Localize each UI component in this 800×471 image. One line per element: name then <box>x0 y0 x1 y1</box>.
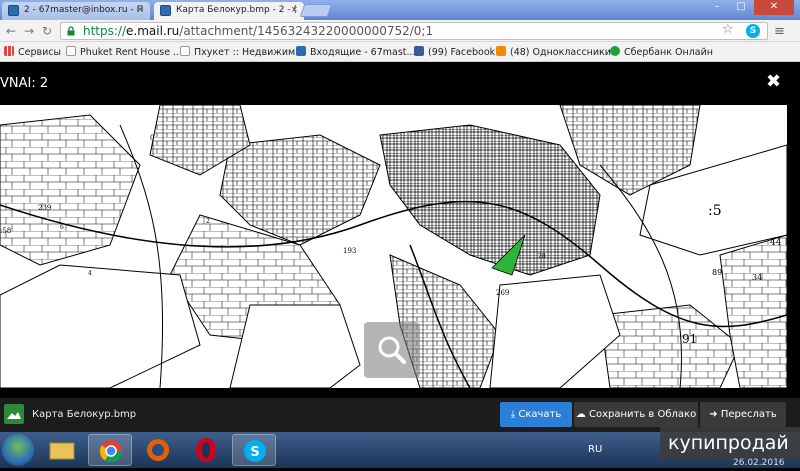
map-label: 28 <box>538 253 546 260</box>
apps-grid-icon <box>4 46 14 56</box>
tab-attachment[interactable]: Карта Белокур.bmp - 2 - ( × <box>154 2 304 20</box>
file-name: Карта Белокур.bmp <box>32 409 137 420</box>
url-host: e.mail.ru <box>126 24 180 38</box>
map-label: 0 <box>150 134 154 142</box>
watermark-logo: купипродай <box>660 427 800 459</box>
tab-title: 2 - 67master@inbox.ru - П <box>24 5 144 15</box>
map-label: 91 <box>682 332 697 346</box>
bookmark-item[interactable]: Phuket Rent House ... <box>66 46 182 58</box>
firefox-taskbar-button[interactable] <box>136 434 180 466</box>
mail-favicon-icon <box>160 5 171 16</box>
viewer-close-icon[interactable]: ✖ <box>766 71 781 92</box>
cloud-icon: ☁ <box>575 409 589 420</box>
map-label: 239 <box>38 204 51 212</box>
explorer-taskbar-button[interactable] <box>40 434 84 466</box>
page-icon <box>180 46 190 56</box>
viewer-title: VNAI: 2 <box>0 76 49 91</box>
close-tab-icon[interactable]: × <box>136 5 144 15</box>
download-button[interactable]: ⤓ Скачать <box>500 402 572 427</box>
close-tab-icon[interactable]: × <box>290 5 298 15</box>
skype-extension-icon[interactable]: S <box>746 24 760 38</box>
system-date[interactable]: 26.02.2016 <box>733 458 785 468</box>
svg-text:S: S <box>250 445 259 460</box>
skype-icon: S <box>244 440 266 462</box>
minimize-icon[interactable]: – <box>706 0 728 15</box>
map-label: 2 <box>206 218 210 225</box>
lock-icon <box>67 26 75 36</box>
map-label: 44 <box>770 238 782 248</box>
tab-strip: 2 - 67master@inbox.ru - П × Карта Белоку… <box>0 0 800 20</box>
map-label: :5 <box>708 203 722 219</box>
bookmark-item[interactable]: (48) Одноклассники <box>496 46 611 58</box>
bookmark-item[interactable]: (99) Facebook <box>414 46 495 58</box>
skype-taskbar-button[interactable]: S <box>232 434 276 466</box>
url-scheme: https:// <box>83 24 127 38</box>
bookmarks-bar: Сервисы Phuket Rent House ... Пхукет :: … <box>0 42 800 62</box>
map-label: :58 <box>0 227 11 235</box>
back-icon[interactable]: ← <box>6 24 16 38</box>
folder-icon <box>49 442 75 460</box>
toolbar: ← → ↻ https://e.mail.ru/attachment/14563… <box>0 20 800 42</box>
opera-taskbar-button[interactable] <box>184 434 228 466</box>
image-file-icon <box>4 404 24 424</box>
map-label: 34 <box>752 273 762 282</box>
address-bar[interactable]: https://e.mail.ru/attachment/14563243220… <box>60 22 768 40</box>
forward-icon[interactable]: → <box>24 24 34 38</box>
bookmark-star-icon[interactable]: ☆ <box>722 22 734 37</box>
forward-button[interactable]: ➜ Переслать <box>700 402 786 427</box>
bookmark-item[interactable]: Пхукет :: Недвижим... <box>180 46 304 58</box>
facebook-icon <box>414 46 424 56</box>
mail-icon <box>296 46 306 56</box>
zoom-button[interactable] <box>364 322 420 378</box>
page-icon <box>66 46 76 56</box>
language-indicator[interactable]: RU <box>588 444 602 455</box>
start-button[interactable] <box>2 434 34 466</box>
new-tab-button[interactable] <box>299 4 333 17</box>
tab-title: Карта Белокур.bmp - 2 - ( <box>176 5 297 15</box>
reload-icon[interactable]: ↻ <box>42 24 52 38</box>
maximize-icon[interactable]: □ <box>730 0 752 15</box>
menu-icon[interactable]: ≡ <box>774 24 785 39</box>
bookmark-item[interactable]: Входящие - 67mast... <box>296 46 416 58</box>
sberbank-icon <box>610 46 620 56</box>
opera-icon <box>196 438 216 462</box>
map-label: 89 <box>712 268 722 277</box>
chrome-icon <box>99 440 123 463</box>
map-label: 269 <box>496 289 509 297</box>
save-to-cloud-button[interactable]: ☁ Сохранить в Облако <box>574 402 698 427</box>
firefox-icon <box>147 439 169 461</box>
magnifier-icon <box>378 336 406 364</box>
chrome-taskbar-button[interactable] <box>88 434 132 466</box>
map-label: 6 <box>60 224 64 231</box>
url-path: /attachment/14563243220000000752/0;1 <box>179 24 434 38</box>
mail-favicon-icon <box>8 5 19 16</box>
odnoklassniki-icon <box>496 46 506 56</box>
forward-arrow-icon: ➜ <box>709 409 721 420</box>
bookmark-item[interactable]: Сервисы <box>4 46 61 58</box>
tab-inbox[interactable]: 2 - 67master@inbox.ru - П × <box>2 2 150 20</box>
map-label: 193 <box>343 247 356 255</box>
map-label: 4 <box>88 270 92 277</box>
bookmark-item[interactable]: Сбербанк Онлайн <box>610 46 713 58</box>
window-close-icon[interactable]: ✕ <box>754 0 794 15</box>
